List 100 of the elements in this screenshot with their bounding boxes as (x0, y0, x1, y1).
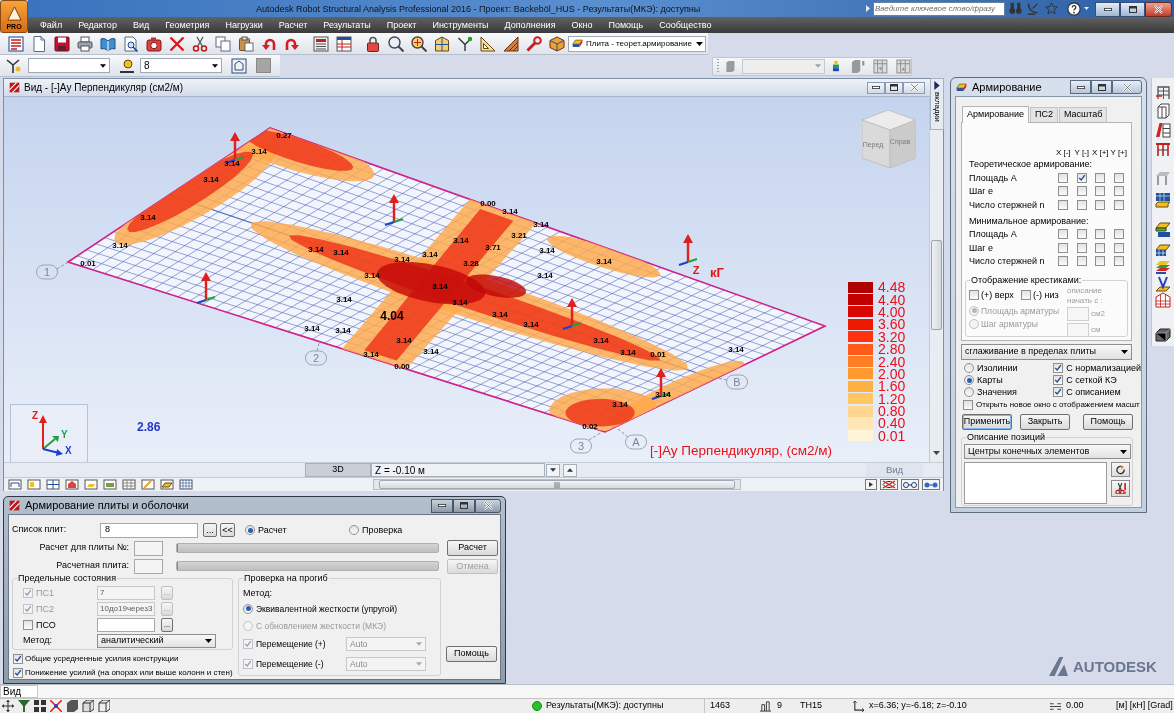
radio-button[interactable] (964, 375, 974, 385)
hatched-triangle-icon[interactable] (502, 35, 519, 52)
layers-icon[interactable] (1155, 259, 1171, 275)
checkbox[interactable] (1113, 256, 1124, 267)
grid-view-icon[interactable] (179, 479, 193, 490)
menu-item[interactable]: Вид (132, 19, 150, 31)
cut-button[interactable] (1111, 480, 1130, 497)
menu-item[interactable]: Файл (40, 19, 63, 31)
button[interactable]: ... (161, 618, 173, 632)
checkbox[interactable] (1113, 186, 1124, 197)
level-down-button[interactable] (546, 463, 560, 477)
layers-view-icon[interactable] (84, 479, 98, 490)
input-field[interactable] (134, 558, 163, 574)
window-icon[interactable] (231, 57, 247, 74)
radio-button[interactable] (245, 525, 255, 535)
maximize-button[interactable] (453, 498, 475, 513)
axes-icon[interactable] (5, 57, 21, 74)
maximize-button[interactable] (1120, 1, 1145, 17)
checkbox[interactable] (1113, 172, 1124, 183)
checkbox[interactable] (1113, 199, 1124, 210)
menu-item[interactable]: Сообщество (659, 19, 712, 31)
frame-grid-icon[interactable] (1155, 84, 1171, 100)
slab-arrow-icon[interactable] (1155, 276, 1171, 292)
menu-item[interactable]: Результаты (323, 19, 371, 31)
slab-outline-icon[interactable] (160, 479, 174, 490)
checkbox[interactable] (1058, 229, 1069, 240)
cube-icon[interactable] (548, 35, 565, 52)
cube-icon[interactable] (82, 700, 94, 712)
scrollbar-thumb[interactable] (931, 240, 942, 330)
case-dropdown[interactable]: 8 (140, 58, 222, 73)
roof-frame-icon[interactable] (433, 35, 450, 52)
slab-view-icon[interactable] (103, 479, 117, 490)
cross-icon[interactable] (168, 35, 185, 52)
radio-button[interactable] (964, 387, 974, 397)
filter-icon[interactable] (18, 700, 30, 712)
input-field[interactable] (134, 540, 163, 556)
building-grid-icon[interactable] (1155, 292, 1171, 308)
menu-item[interactable]: Окно (571, 19, 593, 31)
checkbox[interactable] (1095, 172, 1106, 183)
checkbox[interactable] (1095, 256, 1106, 267)
checkbox[interactable] (963, 400, 973, 410)
document-icon[interactable] (30, 35, 47, 52)
padlock-icon[interactable] (364, 35, 381, 52)
close-button[interactable] (1112, 80, 1142, 94)
checkbox[interactable] (1095, 229, 1106, 240)
checkbox[interactable] (1053, 387, 1064, 397)
level-selector[interactable]: Z = -0.10 м (371, 463, 545, 477)
checkbox[interactable] (1113, 229, 1124, 240)
refresh-button[interactable] (1111, 462, 1130, 477)
checkbox[interactable] (1076, 229, 1087, 240)
command-field[interactable]: Вид (0, 685, 38, 698)
calculator-icon[interactable] (312, 35, 329, 52)
checkbox[interactable] (13, 667, 23, 678)
minimize-button[interactable] (1070, 80, 1091, 94)
minimize-button[interactable] (1095, 1, 1120, 17)
checkbox[interactable] (1058, 242, 1069, 253)
checkbox[interactable] (1053, 363, 1064, 373)
plate-list-field[interactable]: 8 (100, 522, 198, 538)
layout-dropdown[interactable]: Плита - теорет.армирование (568, 35, 706, 52)
smoothing-dropdown[interactable]: сглаживание в пределах плиты (961, 344, 1132, 360)
button[interactable]: Применить (962, 414, 1012, 430)
slab-marker-icon[interactable] (850, 58, 866, 74)
radio-button[interactable] (964, 363, 974, 373)
table-view-icon[interactable] (122, 479, 136, 490)
pencil-view-icon[interactable] (141, 479, 155, 490)
solid-cube-icon[interactable] (66, 700, 78, 712)
satellite-dish-icon[interactable] (1027, 2, 1040, 15)
checkbox[interactable] (1076, 172, 1087, 183)
checkbox[interactable] (23, 620, 33, 630)
glasses-icon[interactable] (922, 479, 940, 490)
expand-arrow-icon[interactable] (866, 5, 870, 12)
checkbox[interactable] (1095, 242, 1106, 253)
menu-item[interactable]: Инструменты (432, 19, 489, 31)
slab-shape-icon[interactable] (723, 58, 737, 74)
maximize-button[interactable] (885, 81, 903, 94)
crossed-eye-icon[interactable] (880, 479, 898, 490)
button[interactable]: Помощь (446, 646, 497, 662)
side-tab[interactable]: вкладки (930, 78, 944, 130)
checkbox[interactable] (1058, 199, 1069, 210)
button[interactable]: Закрыть (1020, 414, 1070, 430)
checkbox[interactable] (1053, 375, 1064, 385)
close-button[interactable] (475, 498, 501, 513)
checkbox[interactable] (13, 653, 23, 664)
grid-up-icon[interactable] (896, 58, 911, 74)
binoculars-icon[interactable] (1009, 2, 1022, 15)
view-mode-tab[interactable]: 3D (305, 463, 371, 477)
branch-icon[interactable] (456, 35, 473, 52)
leaning-frame-icon[interactable] (1155, 122, 1171, 138)
checkbox[interactable] (1058, 172, 1069, 183)
star-icon[interactable] (1045, 2, 1058, 15)
open-book-icon[interactable] (99, 35, 116, 52)
positions-dropdown[interactable]: Центры конечных элементов (964, 444, 1131, 459)
input-field[interactable] (1067, 323, 1089, 337)
menu-item[interactable]: Геометрия (165, 19, 210, 31)
frame-view-icon[interactable] (8, 479, 22, 490)
magnifier-icon[interactable] (387, 35, 404, 52)
menu-item[interactable]: Проект (386, 19, 417, 31)
page-magnifier-icon[interactable] (122, 35, 139, 52)
wire-cube-icon[interactable] (98, 700, 110, 712)
button[interactable]: ... (203, 523, 217, 537)
